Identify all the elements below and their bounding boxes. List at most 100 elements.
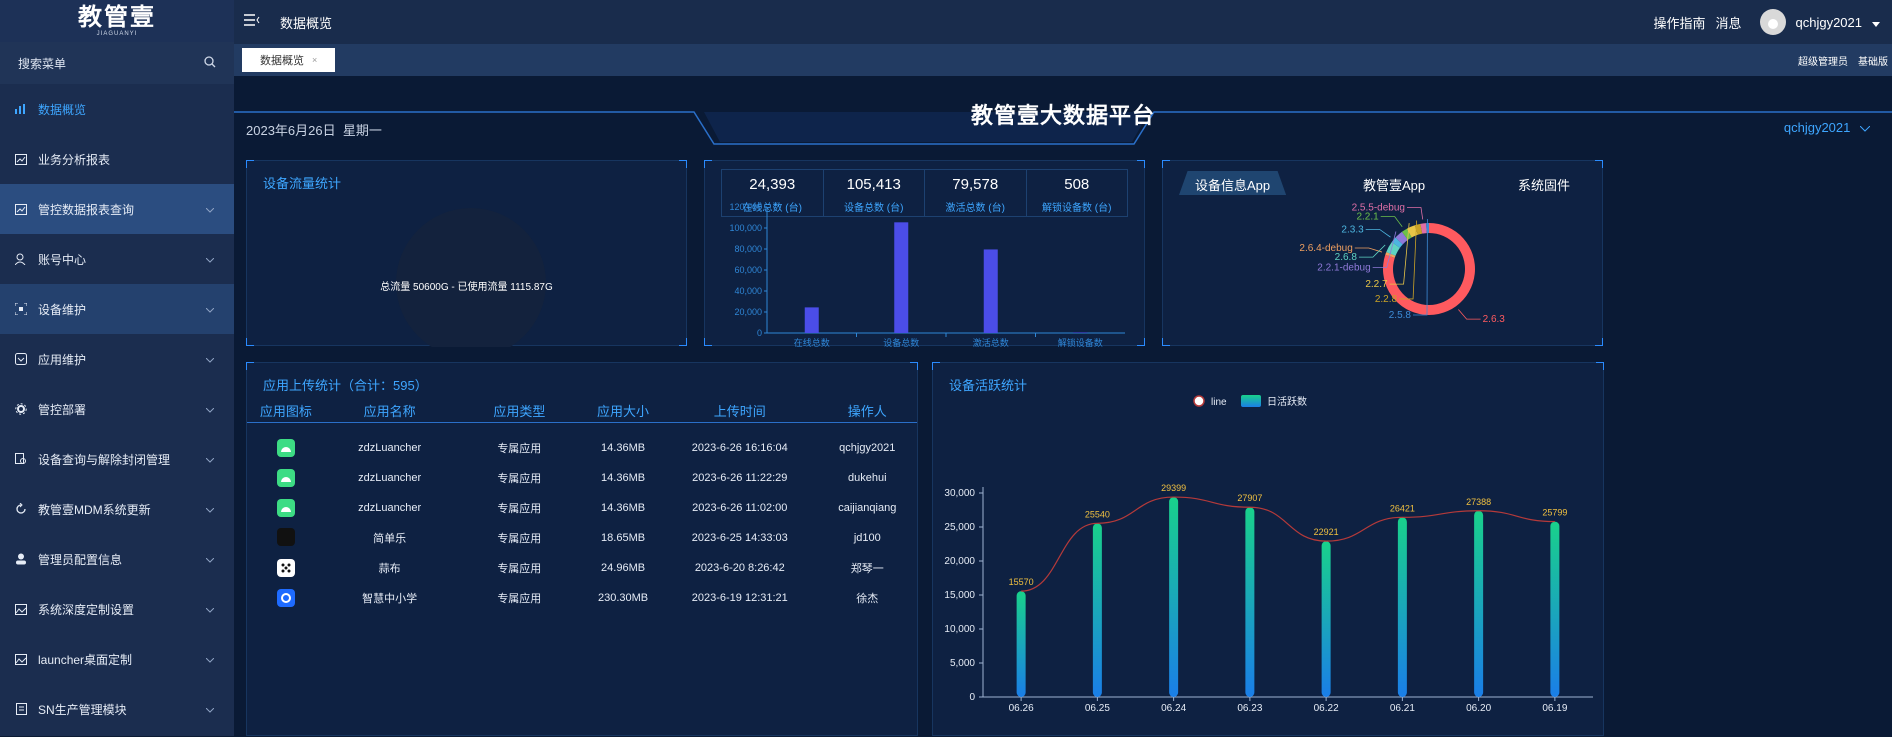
tab-label: 数据概览 — [260, 55, 304, 67]
app-icon — [14, 352, 28, 366]
tab-overview[interactable]: 数据概览 × — [242, 48, 336, 72]
app-size: 18.65MB — [601, 532, 646, 544]
app-name: 简单乐 — [373, 533, 407, 545]
y-tick-label: 15,000 — [944, 590, 975, 601]
label-line — [1358, 244, 1386, 258]
legend: line 日活跃数 — [1193, 395, 1307, 408]
table-row[interactable]: zdzLuancher 专属应用 14.36MB 2023-6-26 11:02:00… — [247, 493, 917, 523]
slice-label: 2.3.3 — [1341, 224, 1364, 235]
chevron-down-icon — [205, 702, 215, 716]
sidebar-item-control-report[interactable]: 管控数据报表查询 — [0, 184, 234, 234]
sidebar-item-overview[interactable]: 数据概览 — [0, 84, 234, 134]
user-select[interactable]: qchjgy2021 — [1784, 120, 1871, 135]
bar — [1092, 523, 1102, 697]
avatar[interactable] — [1759, 9, 1786, 35]
active-panel: 设备活跃统计 0 5,000 10,000 15,000 20,000 25,000 30,… — [932, 362, 1604, 736]
search-icon[interactable] — [204, 55, 216, 71]
sidebar-item-launcher[interactable]: launcher桌面定制 — [0, 634, 234, 684]
sidebar: 教管壹 JIAGUANYI 搜索菜单 数据概览 业务分析报表 管控数据报表查询 … — [0, 0, 234, 736]
device-stats-panel: 24,393 在线总数 (台) 105,413 设备总数 (台) 79,578 激活总… — [704, 160, 1145, 347]
sidebar-item-device-maintenance[interactable]: 设备维护 — [0, 284, 234, 334]
x-tick-label: 06.23 — [1237, 703, 1262, 714]
x-tick-label: 06.21 — [1390, 703, 1415, 714]
sidebar-item-mdm-update[interactable]: 教管壹MDM系统更新 — [0, 484, 234, 534]
y-tick-label: 80,000 — [734, 244, 762, 254]
messages-link[interactable]: 消息 — [1715, 13, 1741, 32]
bar — [1321, 541, 1331, 697]
menu-toggle-icon[interactable] — [244, 13, 262, 31]
sidebar-item-device-query[interactable]: 设备查询与解除封闭管理 — [0, 434, 234, 484]
bar — [983, 249, 998, 333]
chevron-down-icon — [205, 252, 215, 266]
table-row[interactable]: zdzLuancher 专属应用 14.36MB 2023-6-26 16:16:04… — [247, 433, 917, 463]
x-tick-label: 设备总数 — [883, 337, 919, 347]
data-label: 25799 — [1542, 508, 1567, 518]
active-chart: 0 5,000 10,000 15,000 20,000 25,000 30,000 line… — [944, 395, 1593, 714]
data-label: 26421 — [1390, 503, 1415, 513]
sidebar-item-admin-config[interactable]: 管理员配置信息 — [0, 534, 234, 584]
bar — [1474, 510, 1484, 697]
upload-time: 2023-6-19 12:31:21 — [691, 592, 788, 604]
report-icon — [14, 202, 28, 216]
app-size: 14.36MB — [601, 472, 646, 484]
page-title: 数据概览 — [280, 15, 333, 31]
data-label: 15570 — [1009, 577, 1034, 587]
table-row[interactable]: 智慧中小学 专属应用 230.30MB 2023-6-19 12:31:21 徐杰 — [247, 583, 917, 613]
y-tick-label: 0 — [757, 328, 762, 338]
menu-search[interactable]: 搜索菜单 — [0, 42, 234, 84]
sidebar-item-label: 业务分析报表 — [38, 152, 111, 167]
sidebar-item-app-maintenance[interactable]: 应用维护 — [0, 334, 234, 384]
logo-subtitle: JIAGUANYI — [96, 31, 138, 37]
sidebar-item-account[interactable]: 账号中心 — [0, 234, 234, 284]
legend-line-marker — [1193, 395, 1205, 407]
x-tick-label: 06.26 — [1009, 703, 1034, 714]
image-icon — [14, 602, 28, 616]
app-type: 专属应用 — [497, 473, 542, 485]
table-header: 应用图标 应用名称 应用类型 应用大小 上传时间 操作人 — [247, 401, 917, 423]
upload-time: 2023-6-26 11:02:00 — [692, 502, 788, 514]
operator: jd100 — [853, 532, 881, 544]
chevron-down-icon — [205, 552, 215, 566]
refresh-icon — [14, 502, 28, 516]
app-type: 专属应用 — [497, 503, 542, 515]
caret-down-icon[interactable] — [1872, 15, 1880, 30]
flow-summary: 总流量 50600G - 已使用流量 1115.87G — [380, 282, 553, 293]
table-row[interactable]: 蒜布 专属应用 24.96MB 2023-6-20 8:26:42 郑琴一 — [247, 553, 917, 583]
bar — [1397, 517, 1407, 697]
sidebar-item-business-report[interactable]: 业务分析报表 — [0, 134, 234, 184]
sidebar-item-deployment[interactable]: 管控部署 — [0, 384, 234, 434]
admin-icon — [14, 552, 28, 566]
sidebar-item-label: 管控数据报表查询 — [38, 202, 135, 217]
x-tick-label: 激活总数 — [973, 337, 1009, 347]
x-tick-label: 在线总数 — [794, 337, 830, 347]
upload-time: 2023-6-25 14:33:03 — [691, 532, 788, 544]
logo: 教管壹 JIAGUANYI — [0, 0, 234, 42]
y-tick-label: 20,000 — [734, 307, 762, 317]
table-row[interactable]: zdzLuancher 专属应用 14.36MB 2023-6-26 11:22:29… — [247, 463, 917, 493]
upload-time: 2023-6-26 16:16:04 — [691, 442, 788, 454]
sidebar-item-sn-production[interactable]: SN生产管理模块 — [0, 684, 234, 734]
operator: qchjgy2021 — [839, 442, 896, 454]
slice-label: 2.2.8 — [1375, 294, 1398, 305]
app-type: 专属应用 — [497, 593, 542, 605]
close-icon[interactable]: × — [312, 55, 317, 65]
table-row[interactable]: 简单乐 专属应用 18.65MB 2023-6-25 14:33:03 jd100 — [247, 523, 917, 553]
menu-search-label: 搜索菜单 — [18, 56, 67, 71]
label-line — [1458, 309, 1481, 320]
dashboard: 2023年6月26日 星期一 教管壹大数据平台 qchjgy2021 设备流量统… — [234, 76, 1892, 736]
guide-link[interactable]: 操作指南 — [1653, 13, 1705, 32]
report-icon — [14, 152, 28, 166]
bar — [1016, 591, 1026, 697]
sidebar-item-label: 数据概览 — [38, 102, 87, 117]
chevron-down-icon — [205, 202, 215, 216]
image-icon — [14, 652, 28, 666]
firmware-donut-chart: 2.6.32.6.4-debug2.6.82.3.32.2.1-debug2.2… — [1299, 202, 1505, 325]
app-name: 蒜布 — [378, 563, 401, 575]
sidebar-item-system-custom[interactable]: 系统深度定制设置 — [0, 584, 234, 634]
edition-badge: 基础版 — [1858, 56, 1888, 68]
android-icon — [276, 469, 295, 487]
x-tick-label: 06.22 — [1314, 703, 1339, 714]
col-header: 操作人 — [847, 404, 887, 419]
username[interactable]: qchjgy2021 — [1796, 15, 1863, 30]
firmware-panel: 设备信息App 教管壹App 系统固件 2.6.3 2.6.4-debug 2.6.… — [1162, 160, 1603, 346]
